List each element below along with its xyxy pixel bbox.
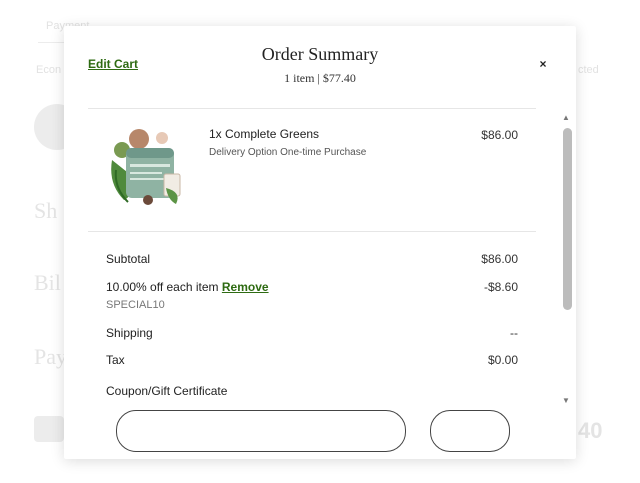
scroll-down-arrow-icon[interactable]: ▼ — [562, 396, 570, 405]
item-name: 1x Complete Greens — [209, 127, 320, 141]
coupon-label: Coupon/Gift Certificate — [106, 384, 228, 398]
scrollbar-thumb[interactable] — [563, 128, 572, 310]
order-summary-modal: Edit Cart Order Summary 1 item | $77.40 … — [64, 26, 576, 459]
discount-code: SPECIAL10 — [106, 299, 165, 311]
item-price: $86.00 — [481, 128, 518, 142]
tax-value: $0.00 — [487, 353, 518, 367]
remove-discount-link[interactable]: Remove — [222, 280, 269, 294]
bg-label-right: cted — [578, 64, 599, 76]
discount-value: -$8.60 — [483, 280, 518, 294]
shipping-value: -- — [510, 326, 518, 340]
items-divider — [88, 231, 536, 232]
coupon-input[interactable] — [116, 410, 406, 452]
bg-heading-payment: Pay — [34, 344, 67, 369]
apply-coupon-button[interactable] — [430, 410, 510, 452]
bg-heading-shipping: Sh — [34, 198, 58, 223]
modal-title: Order Summary — [261, 44, 379, 64]
bg-heading-billing: Bil — [34, 270, 61, 295]
scroll-up-arrow-icon[interactable]: ▲ — [562, 113, 570, 122]
subtotal-value: $86.00 — [481, 252, 518, 266]
discount-row: 10.00% off each item Remove — [106, 280, 269, 294]
bg-product-thumb — [34, 416, 64, 442]
product-image — [111, 129, 181, 205]
header-divider — [88, 108, 536, 109]
discount-label: 10.00% off each item — [106, 280, 219, 294]
close-icon[interactable]: × — [536, 57, 550, 71]
bg-total: 40 — [578, 418, 603, 443]
shipping-label: Shipping — [106, 326, 153, 340]
subtotal-label: Subtotal — [106, 252, 151, 266]
item-delivery-option: Delivery Option One-time Purchase — [209, 147, 367, 158]
bg-label-left: Econ — [36, 64, 62, 76]
tax-label: Tax — [106, 353, 125, 367]
modal-subtitle: 1 item | $77.40 — [284, 71, 356, 85]
